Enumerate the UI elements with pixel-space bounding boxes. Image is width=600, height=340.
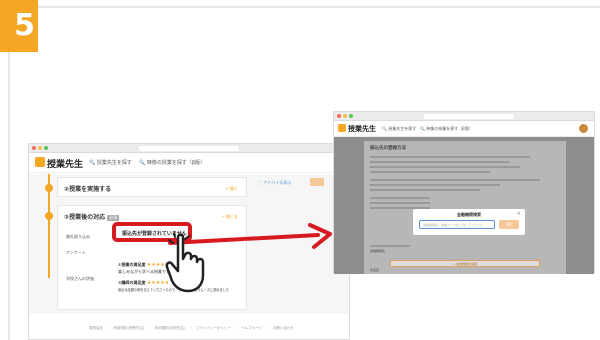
text-line: [370, 166, 520, 168]
address-bar[interactable]: [424, 114, 514, 119]
browser-chrome: [29, 144, 349, 153]
text-line: [370, 179, 540, 181]
logo-icon[interactable]: [338, 124, 346, 132]
close-dot-icon[interactable]: [32, 146, 36, 150]
section-after-title: ③授業後の対応 必須: [64, 212, 120, 221]
text-line: [370, 202, 430, 204]
step-number-badge: 5: [0, 0, 38, 52]
browser-chrome: [334, 112, 594, 121]
text-line: [370, 161, 510, 163]
close-dot-icon[interactable]: [337, 114, 341, 118]
maximize-dot-icon[interactable]: [349, 114, 353, 118]
site-header: 授業先生 🔍 授業先生を探す 🔍 映像の授業を探す（β版）: [334, 121, 594, 137]
text-line: [370, 197, 430, 199]
search-bank-button[interactable]: + 金融機関を検索: [390, 260, 540, 267]
left-divider: [8, 6, 10, 340]
pointer-hand-icon: [165, 233, 205, 293]
text-line: [370, 245, 410, 247]
minimize-dot-icon[interactable]: [343, 114, 347, 118]
section-implement-card[interactable]: ②授業を実施する + 開く: [57, 177, 247, 197]
expand-link[interactable]: + 開く: [225, 186, 238, 192]
orange-button[interactable]: [310, 178, 324, 186]
browser-window-right: 授業先生 🔍 授業先生を探す 🔍 映像の授業を探す（β版） 振込先の登録方法 金…: [333, 111, 595, 274]
brand-name[interactable]: 授業先生: [348, 124, 376, 134]
advice-link[interactable]: 📄 アドバイス表示: [257, 180, 291, 186]
required-badge: 必須: [107, 214, 120, 221]
address-bar[interactable]: [139, 146, 239, 151]
section-after-card: ③授業後の対応 必須 − 閉じる 謝礼振り込み アンケート 学校さんの評価 ①授業…: [57, 205, 247, 310]
maximize-dot-icon[interactable]: [44, 146, 48, 150]
footer-links[interactable]: 運営会社 ｜ 利用規約(授業先生) ｜ 利用規約(学校先生) ｜ プライバシーポ…: [89, 326, 294, 331]
bank-registration-panel: 振込先の登録方法 金融機関名 支店名: [364, 141, 566, 274]
nav-search-lesson-label: 映像の授業を探す（β版）: [426, 126, 473, 131]
row-label-payment: 謝礼振り込み: [66, 234, 90, 239]
timeline-bullet-icon: [45, 184, 53, 192]
top-divider: [0, 6, 600, 8]
nav-search-teacher[interactable]: 🔍 授業先生を探す: [89, 159, 132, 166]
close-icon[interactable]: ×: [517, 211, 521, 217]
modal-overlay: 振込先の登録方法 金融機関名 支店名 + 金融機関を検索 金融機関検索 × 金融: [334, 137, 594, 274]
logo-icon[interactable]: [35, 157, 45, 167]
minimize-dot-icon[interactable]: [38, 146, 42, 150]
review-1-title-text: ①授業の満足度: [118, 262, 146, 267]
text-line: [370, 171, 490, 173]
search-button[interactable]: 検索: [499, 220, 519, 229]
modal-title: 金融機関検索: [457, 212, 481, 217]
bank-label: 金融機関名: [370, 249, 386, 253]
advice-link-label: アドバイス表示: [263, 180, 292, 185]
row-label-evaluation: 学校さんの評価: [66, 276, 94, 281]
section-after-title-text: ③授業後の対応: [64, 214, 106, 221]
avatar[interactable]: [579, 124, 588, 133]
nav-search-lesson[interactable]: 🔍 映像の授業を探す（β版）: [420, 126, 473, 132]
collapse-link[interactable]: − 閉じる: [221, 214, 238, 220]
bank-search-input[interactable]: 金融機関名・金融コードを入力してください: [419, 220, 495, 229]
branch-label: 支店名: [370, 268, 380, 272]
row-label-survey: アンケート: [66, 250, 86, 255]
text-line: [370, 156, 530, 158]
brand-name[interactable]: 授業先生: [47, 157, 83, 170]
review-2-title-text: ②講師の満足度: [118, 280, 146, 285]
text-line: [370, 184, 500, 186]
nav-search-teacher-label: 授業先生を探す: [96, 160, 132, 166]
nav-search-teacher-label: 授業先生を探す: [388, 126, 417, 131]
nav-search-teacher[interactable]: 🔍 授業先生を探す: [382, 126, 416, 132]
panel-title: 振込先の登録方法: [370, 146, 406, 151]
nav-search-lesson-label: 映像の授業を探す（β版）: [146, 160, 206, 166]
bank-search-modal: 金融機関検索 × 金融機関名・金融コードを入力してください 検索: [413, 209, 525, 235]
review-2-title: ②講師の満足度 ★★★★★: [118, 280, 169, 286]
text-line: [370, 189, 480, 191]
timeline-bullet-icon: [45, 212, 53, 220]
section-implement-title: ②授業を実施する: [64, 186, 112, 193]
site-header: 授業先生 🔍 授業先生を探す 🔍 映像の授業を探す（β版）: [29, 153, 349, 173]
nav-search-lesson[interactable]: 🔍 映像の授業を探す（β版）: [139, 159, 205, 166]
tutorial-step-page: 5 授業先生 🔍 授業先生を探す 🔍 映像の授業を探す（β版） ②授業を実施する…: [0, 0, 600, 340]
review-1-title: ①授業の満足度 ★★★★★: [118, 262, 169, 268]
